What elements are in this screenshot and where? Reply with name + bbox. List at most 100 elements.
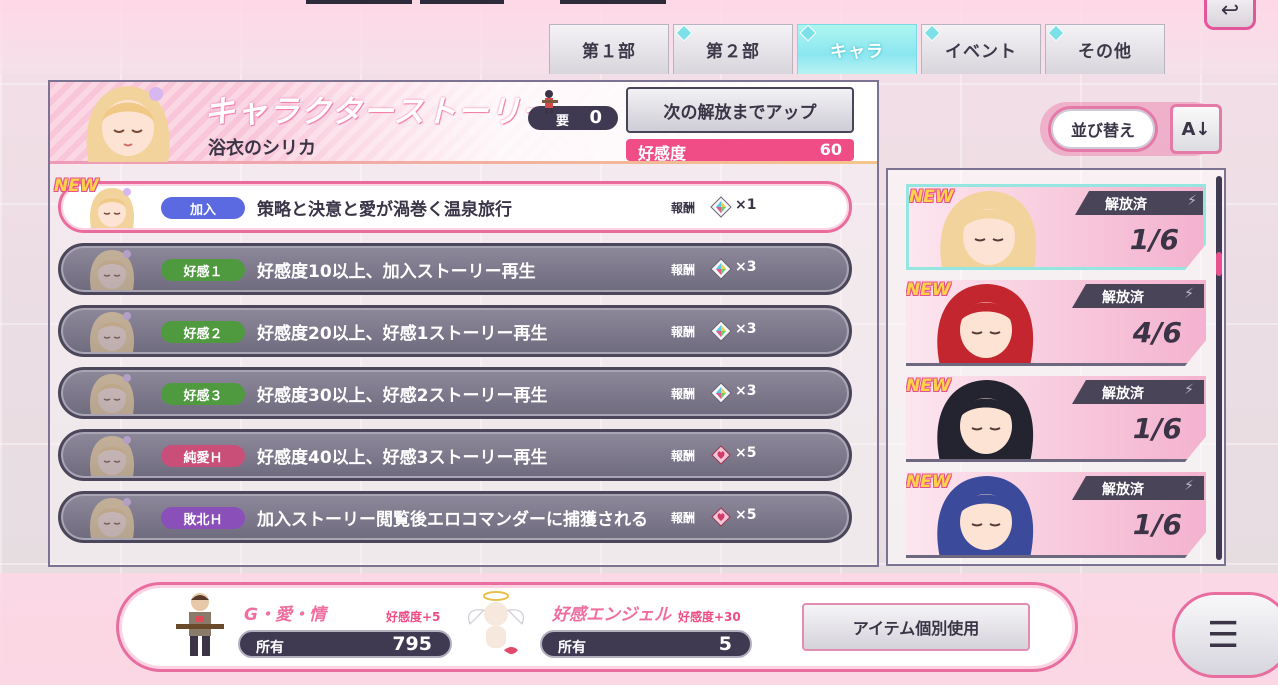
story-type-badge: 純愛Ｈ	[161, 445, 245, 467]
diamond-icon	[1047, 24, 1065, 42]
story-row[interactable]: 純愛Ｈ 好感度40以上、好感3ストーリー再生 報酬 ×5	[58, 429, 852, 481]
hamburger-icon: ☰	[1207, 614, 1240, 656]
owned-value: 795	[392, 633, 432, 655]
use-item-button[interactable]: アイテム個別使用	[802, 603, 1030, 651]
character-thumbnail	[83, 310, 141, 352]
tab-event[interactable]: イベント	[921, 24, 1041, 74]
reward-gem-icon	[709, 319, 733, 343]
reward-gem-icon	[709, 195, 733, 219]
character-thumbnail	[83, 496, 141, 538]
tab-label: 第１部	[582, 42, 636, 62]
item-name: 好感エンジェル	[552, 605, 671, 625]
story-progress: 1/6	[1132, 508, 1182, 541]
tab-label: キャラ	[830, 42, 884, 62]
story-type-badge: 好感２	[161, 321, 245, 343]
story-row[interactable]: 敗北Ｈ 加入ストーリー閲覧後エロコマンダーに捕獲される 報酬 ×5	[58, 491, 852, 543]
back-button[interactable]: ↩	[1204, 0, 1256, 30]
menu-button[interactable]: ☰	[1172, 592, 1278, 678]
new-badge: NEW	[909, 187, 954, 207]
reward-label: 報酬	[671, 263, 696, 277]
reward-multiplier: ×5	[735, 507, 757, 523]
story-row[interactable]: 加入 策略と決意と愛が渦巻く温泉旅行 報酬 ×1	[58, 181, 852, 233]
story-description: 好感度10以上、加入ストーリー再生	[257, 262, 536, 282]
character-portrait	[76, 82, 180, 162]
story-type-badge: 敗北Ｈ	[161, 507, 245, 529]
tab-other[interactable]: その他	[1045, 24, 1165, 74]
story-progress: 4/6	[1132, 316, 1182, 349]
item-name: G・愛・情	[244, 605, 326, 625]
character-card[interactable]: 解放済 ⚡ 1/6 NEW	[906, 376, 1206, 462]
tab-label: イベント	[945, 42, 1017, 62]
item-bonus: 好感度+5	[386, 610, 441, 624]
tab-part1[interactable]: 第１部	[549, 24, 669, 74]
reward-multiplier: ×3	[735, 259, 757, 275]
character-name: 浴衣のシリカ	[208, 138, 316, 159]
reward-gem-icon	[709, 505, 733, 529]
story-type-badge: 加入	[161, 197, 245, 219]
sort-button[interactable]: 並び替え	[1048, 106, 1158, 152]
reward-gem-icon	[709, 381, 733, 405]
lightning-icon: ⚡	[1187, 193, 1197, 209]
tab-part2[interactable]: 第２部	[673, 24, 793, 74]
reward-label: 報酬	[671, 325, 696, 339]
new-badge: NEW	[906, 280, 951, 300]
reward-multiplier: ×5	[735, 445, 757, 461]
status-text: 解放済	[1105, 197, 1147, 213]
status-text: 解放済	[1102, 482, 1144, 498]
soldier-item-icon	[172, 590, 228, 660]
unlock-status: 解放済 ⚡	[1072, 284, 1204, 308]
story-type-badge: 好感３	[161, 383, 245, 405]
new-badge: NEW	[906, 472, 951, 492]
story-row[interactable]: 好感２ 好感度20以上、好感1ストーリー再生 報酬 ×3	[58, 305, 852, 357]
top-bar-segment	[306, 0, 412, 4]
reward-multiplier: ×1	[735, 197, 757, 213]
sort-label: 並び替え	[1070, 121, 1135, 140]
reward-multiplier: ×3	[735, 383, 757, 399]
story-description: 好感度40以上、好感3ストーリー再生	[257, 448, 548, 468]
story-description: 好感度30以上、好感2ストーリー再生	[257, 386, 548, 406]
scrollbar-thumb[interactable]	[1216, 252, 1222, 276]
story-description: 策略と決意と愛が渦巻く温泉旅行	[257, 200, 512, 220]
character-thumbnail	[83, 372, 141, 414]
affinity-label: 好感度	[638, 144, 687, 163]
lightning-icon: ⚡	[1184, 478, 1194, 494]
tab-label: その他	[1078, 42, 1132, 62]
character-card[interactable]: 解放済 ⚡ 1/6 NEW	[906, 472, 1206, 558]
story-row[interactable]: 好感３ 好感度30以上、好感2ストーリー再生 報酬 ×3	[58, 367, 852, 419]
sort-order-button[interactable]: A↓	[1170, 104, 1222, 154]
character-card[interactable]: 解放済 ⚡ 1/6 NEW	[906, 184, 1206, 270]
story-progress: 1/6	[1132, 412, 1182, 445]
item-owned-counter: 所有 795	[238, 630, 452, 658]
affinity-value: 60	[819, 140, 842, 159]
story-description: 好感度20以上、好感1ストーリー再生	[257, 324, 548, 344]
angel-item-icon	[464, 590, 528, 662]
status-text: 解放済	[1102, 290, 1144, 306]
story-description: 加入ストーリー閲覧後エロコマンダーに捕獲される	[257, 510, 648, 530]
story-row[interactable]: 好感１ 好感度10以上、加入ストーリー再生 報酬 ×3	[58, 243, 852, 295]
reward-label: 報酬	[671, 387, 696, 401]
status-text: 解放済	[1102, 386, 1144, 402]
tab-label: 第２部	[706, 42, 760, 62]
unlock-next-label: 次の解放までアップ	[663, 102, 817, 123]
sort-az-icon: A↓	[1181, 118, 1211, 140]
character-thumbnail	[83, 248, 141, 290]
back-arrow-icon: ↩	[1220, 0, 1240, 23]
page-title: キャラクターストーリー	[204, 94, 554, 130]
unlock-status: 解放済 ⚡	[1075, 191, 1203, 215]
top-bar-segment	[560, 0, 666, 4]
reward-gem-icon	[709, 257, 733, 281]
unlock-next-button[interactable]: 次の解放までアップ	[626, 87, 854, 133]
diamond-icon	[675, 24, 693, 42]
lightning-icon: ⚡	[1184, 382, 1194, 398]
reward-label: 報酬	[671, 511, 696, 525]
character-card[interactable]: 解放済 ⚡ 4/6 NEW	[906, 280, 1206, 366]
use-item-label: アイテム個別使用	[852, 619, 980, 638]
owned-value: 5	[718, 633, 732, 655]
story-type-badge: 好感１	[161, 259, 245, 281]
tab-character[interactable]: キャラ	[797, 24, 917, 74]
scrollbar[interactable]	[1216, 176, 1222, 560]
soldier-icon	[536, 88, 562, 114]
lightning-icon: ⚡	[1184, 286, 1194, 302]
diamond-icon	[923, 24, 941, 42]
reward-label: 報酬	[671, 449, 696, 463]
